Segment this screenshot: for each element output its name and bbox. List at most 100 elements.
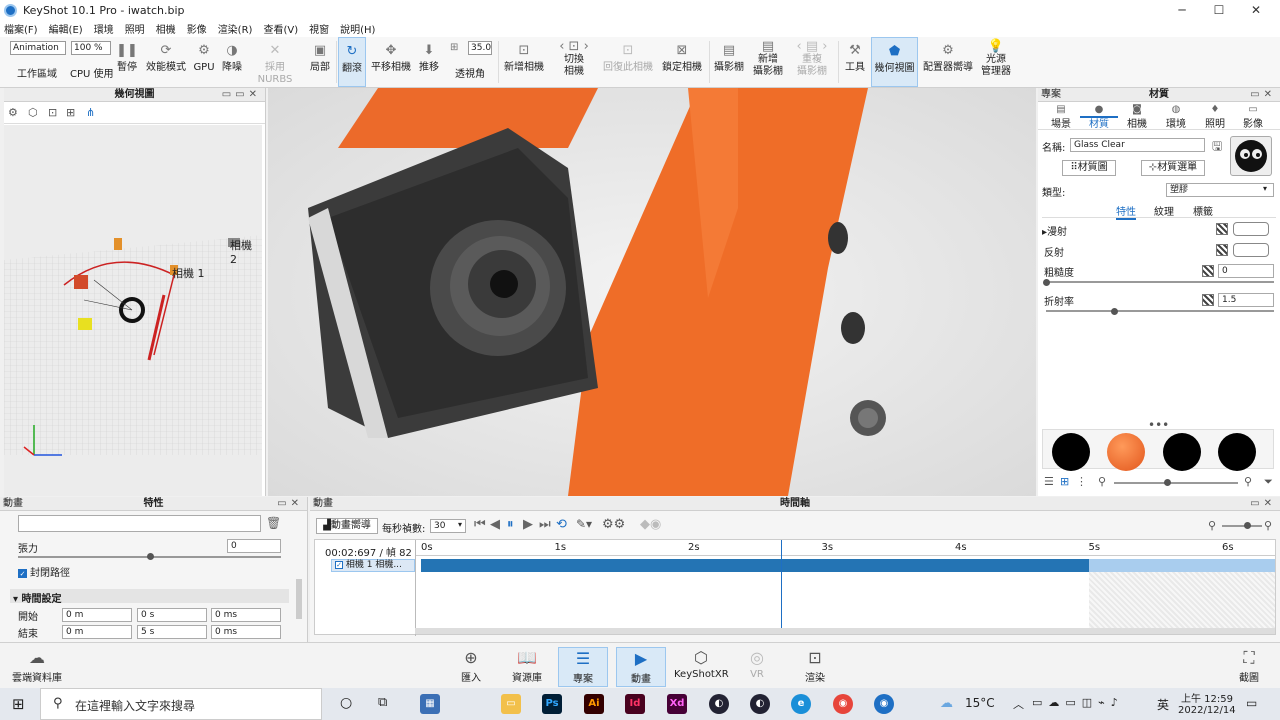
material-preview-thumbnail[interactable] xyxy=(1230,136,1272,176)
render-button[interactable]: ⊡ 渲染 xyxy=(790,647,840,687)
zoom-in-icon[interactable]: ⚲ xyxy=(1264,519,1272,532)
grid-view-icon[interactable]: ⊞ xyxy=(1060,475,1069,488)
cube-view-icon[interactable]: ⬡ xyxy=(28,106,38,119)
menu-help[interactable]: 說明(H) xyxy=(340,21,375,36)
lock-camera-button[interactable]: ⊠ 鎖定相機 xyxy=(658,37,706,87)
zoom-out-icon[interactable]: ⚲ xyxy=(1208,519,1216,532)
end-minutes-input[interactable]: 0 m xyxy=(62,625,132,639)
diffuse-color-swatch[interactable] xyxy=(1233,222,1269,236)
filter-icon[interactable]: ⏷ xyxy=(1264,475,1273,489)
closed-path-checkbox[interactable]: ✓ 封閉路徑 xyxy=(18,564,70,579)
zoom-in-icon[interactable]: ⚲ xyxy=(1244,475,1252,488)
end-ms-input[interactable]: 0 ms xyxy=(211,625,281,639)
nurbs-button[interactable]: ✕ 採用NURBS xyxy=(248,37,302,87)
material-graph-button[interactable]: ⠿材質圖 xyxy=(1062,160,1116,176)
zoom-out-icon[interactable]: ⚲ xyxy=(1098,475,1106,488)
library-button[interactable]: 📖 資源庫 xyxy=(502,647,552,687)
cortana-icon[interactable]: ○ xyxy=(340,695,352,711)
skip-end-icon[interactable]: ⏭ xyxy=(539,517,551,532)
diffuse-label[interactable]: ▸漫射 xyxy=(1042,223,1067,238)
menu-render[interactable]: 渲染(R) xyxy=(218,21,253,36)
ior-texture-icon[interactable] xyxy=(1202,294,1214,306)
thumbnail-size-handle[interactable] xyxy=(1164,479,1171,486)
material-swatch[interactable] xyxy=(1107,433,1145,471)
keyshotxr-button[interactable]: ⬡ KeyShotXR xyxy=(674,647,729,687)
duplicate-studio-button[interactable]: ‹ ▤ › 重複 攝影棚 xyxy=(792,37,832,87)
light-manager-button[interactable]: 💡 光源 管理器 xyxy=(978,37,1014,87)
menu-view[interactable]: 查看(V) xyxy=(263,21,298,36)
material-name-input[interactable]: Glass Clear xyxy=(1070,138,1205,152)
timeline-track-area[interactable]: 00:02:697 / 幀 82 0s 1s 2s 3s 4s 5s 6s ✓ … xyxy=(314,539,1276,636)
material-swatch[interactable] xyxy=(1052,433,1090,471)
clock-date[interactable]: 2022/12/14 xyxy=(1178,705,1236,716)
gpu-button[interactable]: ⚙ GPU xyxy=(191,37,217,87)
pause-playback-icon[interactable]: ⏸ xyxy=(507,517,514,532)
tumble-button[interactable]: ↻ 翻滾 xyxy=(338,37,366,87)
material-picker-button[interactable]: ⊹材質選單 xyxy=(1141,160,1205,176)
trash-icon[interactable]: 🗑 xyxy=(266,516,281,530)
timing-section-header[interactable]: ▾ 時間設定 xyxy=(10,589,289,605)
roughness-slider-handle[interactable] xyxy=(1043,279,1050,286)
timeline-zoom-slider[interactable] xyxy=(1222,525,1262,527)
step-back-icon[interactable]: ◀ xyxy=(490,517,500,532)
cpu-usage-select[interactable]: 100 % xyxy=(71,41,111,55)
panel-window-controls[interactable]: ▭✕ xyxy=(1250,497,1276,511)
notification-icon[interactable]: ▭ xyxy=(1246,696,1257,710)
render-viewport[interactable] xyxy=(268,88,1036,496)
ime-indicator[interactable]: 英 xyxy=(1157,696,1169,713)
indesign-icon[interactable]: Id xyxy=(625,694,645,714)
denoise-button[interactable]: ◑ 降噪 xyxy=(219,37,245,87)
tools-button[interactable]: ⚒ 工具 xyxy=(842,37,868,87)
menu-environment[interactable]: 環境 xyxy=(94,21,114,36)
start-seconds-input[interactable]: 0 s xyxy=(137,608,207,622)
chrome-browser-icon[interactable]: ◉ xyxy=(833,694,853,714)
edge-browser-icon[interactable]: e xyxy=(791,694,811,714)
end-seconds-input[interactable]: 5 s xyxy=(137,625,207,639)
region-button[interactable]: ▣ 局部 xyxy=(307,37,333,87)
animation-name-input[interactable] xyxy=(18,515,261,532)
properties-scrollbar[interactable] xyxy=(296,579,302,619)
tension-slider-handle[interactable] xyxy=(146,553,154,560)
tension-input[interactable]: 0 xyxy=(227,539,281,553)
ior-slider[interactable] xyxy=(1046,310,1274,312)
tree-view-icon[interactable]: ⋮ xyxy=(1076,475,1087,488)
vr-button[interactable]: ◎ VR xyxy=(732,647,782,687)
subtab-textures[interactable]: 紋理 xyxy=(1154,203,1174,218)
app-icon[interactable]: ◐ xyxy=(709,694,729,714)
illustrator-icon[interactable]: Ai xyxy=(584,694,604,714)
workspace-select[interactable]: Animation xyxy=(10,41,66,55)
tab-image[interactable]: ▭ 影像 xyxy=(1234,104,1272,130)
tab-scene[interactable]: ▤ 場景 xyxy=(1042,104,1080,130)
material-swatch[interactable] xyxy=(1163,433,1201,471)
pause-button[interactable]: ❚❚ 暫停 xyxy=(114,37,140,87)
zoom-fit-icon[interactable]: ⊡ xyxy=(48,106,57,119)
material-swatch[interactable] xyxy=(1218,433,1256,471)
file-explorer-icon[interactable]: ▭ xyxy=(501,694,521,714)
close-button[interactable]: ✕ xyxy=(1238,0,1274,20)
panel-window-controls[interactable]: ▭✕ xyxy=(1250,88,1276,102)
specular-color-swatch[interactable] xyxy=(1233,243,1269,257)
geometry-view-button[interactable]: ⬟ 幾何視圖 xyxy=(871,37,918,87)
panel-window-controls[interactable]: ▭✕ xyxy=(277,497,303,511)
tab-camera[interactable]: ◙ 相機 xyxy=(1118,104,1156,130)
menu-image[interactable]: 影像 xyxy=(187,21,207,36)
save-material-icon[interactable]: 🖫 xyxy=(1212,137,1222,158)
menu-edit[interactable]: 編輯(E) xyxy=(49,21,83,36)
menu-window[interactable]: 視窗 xyxy=(309,21,329,36)
menu-camera[interactable]: 相機 xyxy=(156,21,176,36)
ior-slider-handle[interactable] xyxy=(1111,308,1119,315)
animation-wizard-button[interactable]: ▟動畫嚮導 xyxy=(316,518,378,534)
keyframe-icon[interactable]: ◆◉ xyxy=(640,517,661,532)
adobe-xd-icon[interactable]: Xd xyxy=(667,694,687,714)
project-button[interactable]: ☰ 專案 xyxy=(558,647,608,687)
ior-input[interactable]: 1.5 xyxy=(1218,293,1274,307)
fov-input[interactable]: 35.0 xyxy=(468,41,492,55)
menu-lighting[interactable]: 照明 xyxy=(125,21,145,36)
configurator-wizard-button[interactable]: ⚙ 配置器嚮導 xyxy=(921,37,975,87)
diffuse-texture-icon[interactable] xyxy=(1216,223,1228,235)
menu-file[interactable]: 檔案(F) xyxy=(4,21,38,36)
new-studio-button[interactable]: ▤ 新增 攝影棚 xyxy=(750,37,786,87)
task-view-icon[interactable]: ⧉ xyxy=(378,695,387,710)
playhead[interactable] xyxy=(781,540,783,628)
hierarchy-icon[interactable]: ⋔ xyxy=(86,106,95,119)
